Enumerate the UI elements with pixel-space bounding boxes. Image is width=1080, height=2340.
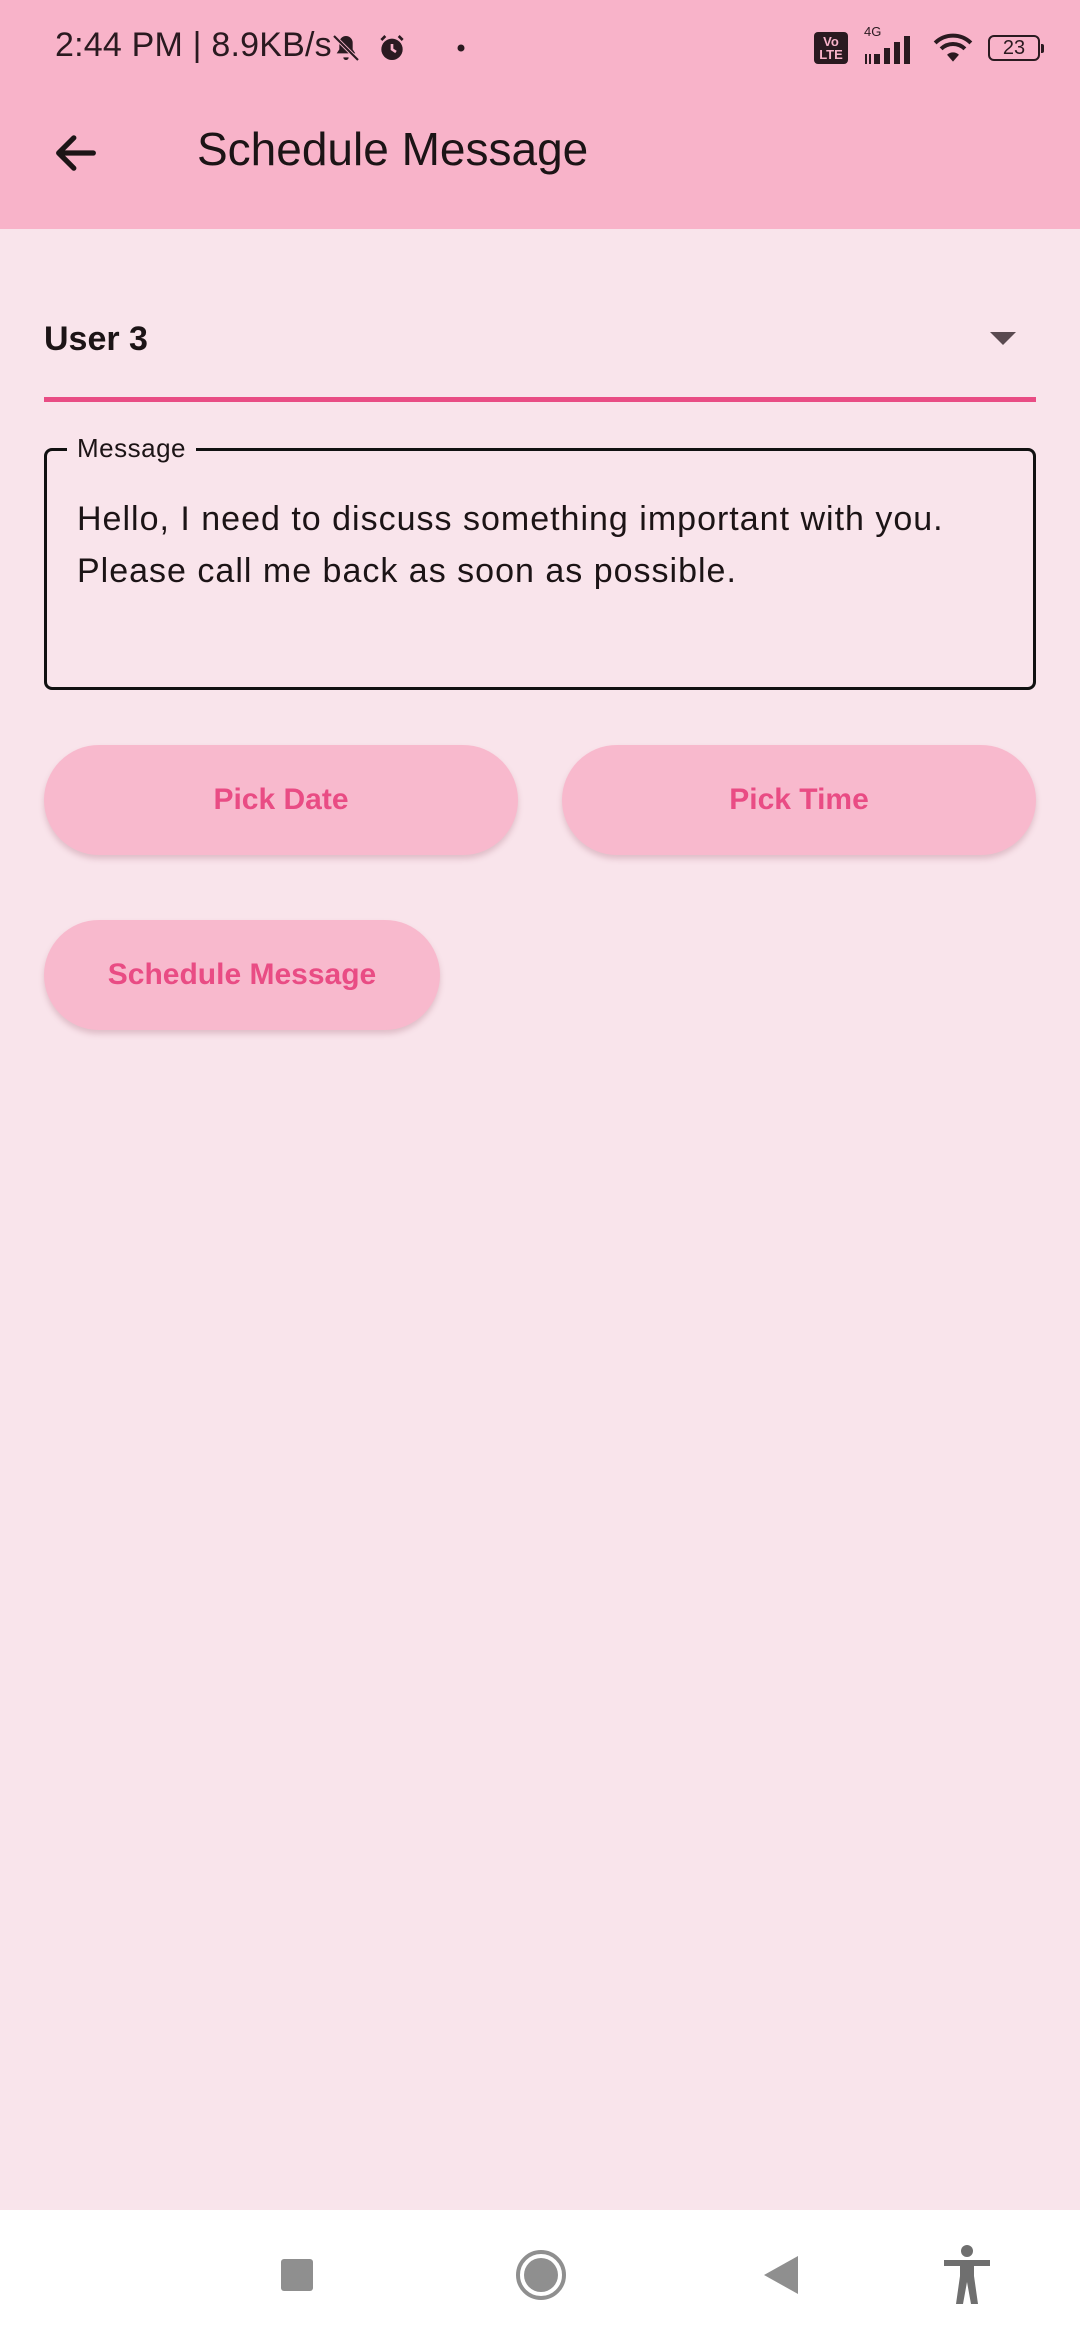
status-icons-left — [330, 30, 466, 66]
nav-back-button[interactable] — [731, 2210, 831, 2340]
pick-date-button[interactable]: Pick Date — [44, 745, 518, 855]
alarm-clock-icon — [376, 32, 408, 64]
status-icons-right: Vo LTE 4G 23 — [814, 24, 1044, 68]
accessibility-icon — [944, 2245, 990, 2304]
message-input[interactable]: Hello, I need to discuss something impor… — [77, 493, 997, 597]
recipient-value: User 3 — [44, 320, 148, 358]
home-circle-icon — [516, 2250, 566, 2300]
message-field[interactable]: Message Hello, I need to discuss somethi… — [44, 433, 1036, 690]
home-button[interactable] — [491, 2210, 591, 2340]
notification-dot-icon — [456, 43, 466, 53]
page-title: Schedule Message — [197, 123, 589, 175]
schedule-message-button[interactable]: Schedule Message — [44, 920, 440, 1030]
dropdown-caret-icon — [990, 332, 1016, 345]
recipient-dropdown[interactable]: User 3 — [44, 290, 1036, 402]
status-time-speed: 2:44 PM | 8.9KB/s — [55, 26, 332, 64]
volte-icon: Vo LTE — [814, 32, 848, 64]
bell-muted-icon — [330, 32, 362, 64]
app-bar: Schedule Message — [0, 96, 1080, 229]
back-triangle-icon — [764, 2256, 798, 2294]
status-bar: 2:44 PM | 8.9KB/s Vo LTE 4G 23 — [0, 0, 1080, 96]
wifi-icon — [932, 31, 974, 65]
network-type-label: 4G — [864, 24, 882, 39]
schedule-message-screen: 2:44 PM | 8.9KB/s Vo LTE 4G 23 Schedule … — [0, 0, 1080, 2340]
dropdown-underline — [44, 397, 1036, 402]
navigation-bar — [0, 2210, 1080, 2340]
battery-level: 23 — [1002, 36, 1026, 59]
battery-icon: 23 — [988, 35, 1044, 61]
signal-4g-icon: 4G — [862, 24, 918, 66]
back-button[interactable] — [40, 117, 112, 189]
pick-time-button[interactable]: Pick Time — [562, 745, 1036, 855]
accessibility-button[interactable] — [917, 2210, 1017, 2340]
header: 2:44 PM | 8.9KB/s Vo LTE 4G 23 Schedule … — [0, 0, 1080, 229]
message-label: Message — [67, 433, 196, 464]
recents-square-icon — [281, 2259, 313, 2291]
recents-button[interactable] — [247, 2210, 347, 2340]
arrow-left-icon — [56, 135, 96, 171]
